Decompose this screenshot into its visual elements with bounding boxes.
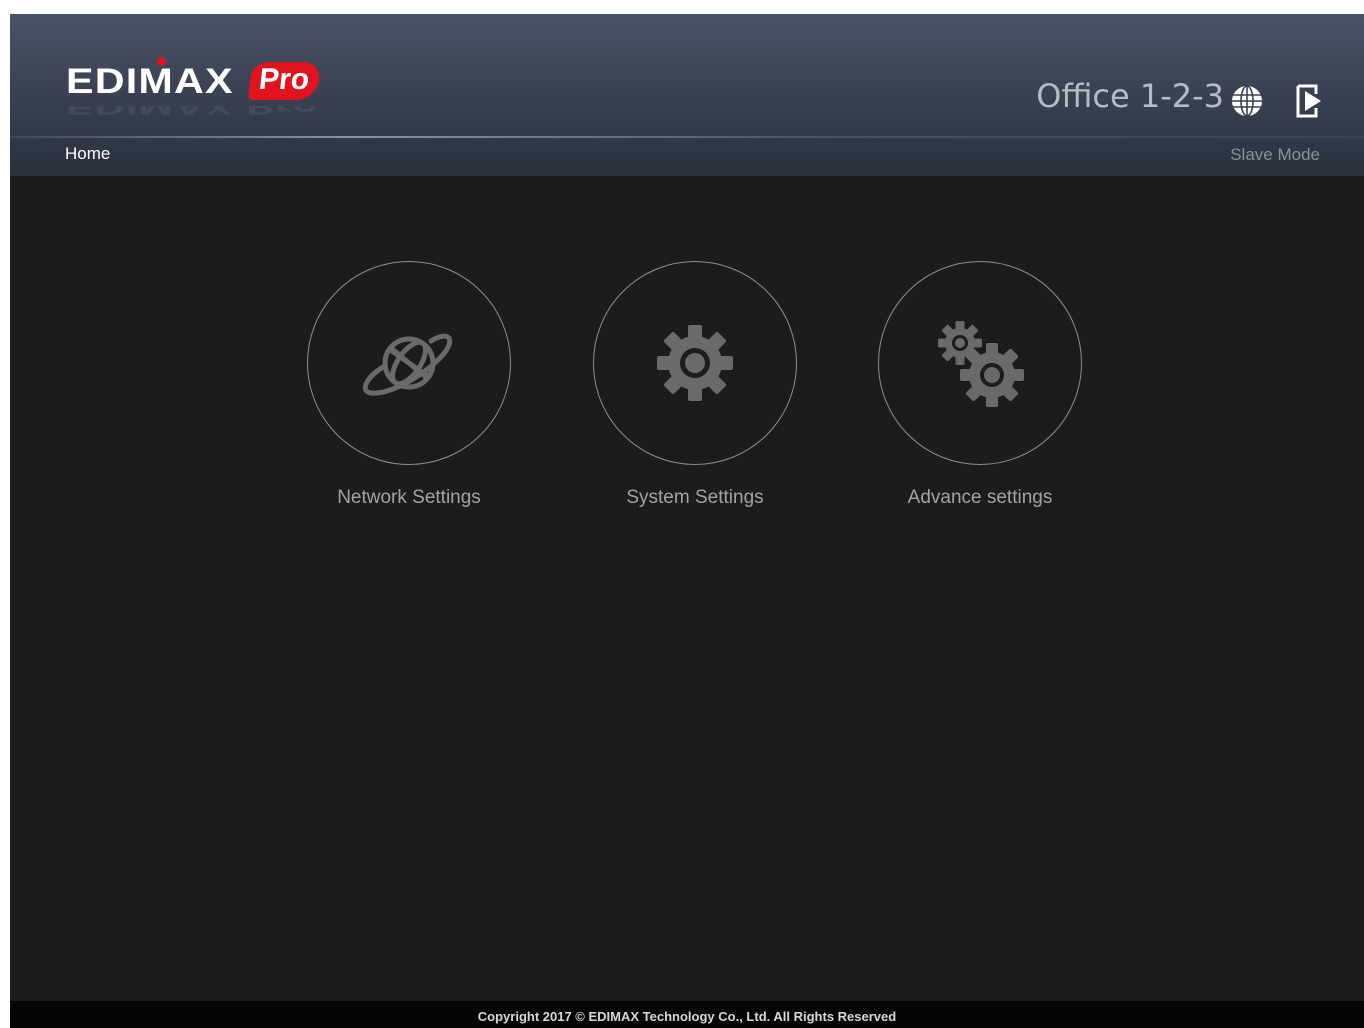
header-divider — [10, 136, 1364, 138]
header: EDIMAX Pro EDIMAX Pro Office 1-2-3 Home … — [10, 14, 1364, 176]
logo-dot — [157, 57, 166, 66]
network-globe-icon — [362, 333, 453, 396]
advance-settings-tile[interactable]: Advance settings — [878, 261, 1082, 509]
network-settings-tile[interactable]: Network Settings — [307, 261, 511, 509]
mode-status: Slave Mode — [1230, 145, 1320, 164]
advance-settings-label[interactable]: Advance settings — [818, 487, 1142, 509]
breadcrumb-home[interactable]: Home — [65, 145, 110, 162]
logo-reflection: EDIMAX Pro — [66, 106, 319, 117]
system-settings-tile[interactable]: System Settings — [593, 261, 797, 509]
network-settings-label[interactable]: Network Settings — [247, 487, 571, 509]
system-settings-circle[interactable] — [593, 261, 797, 465]
gear-icon — [657, 325, 733, 401]
globe-icon[interactable] — [1230, 84, 1264, 118]
logout-icon[interactable] — [1294, 82, 1324, 120]
logo-pro-badge: Pro — [248, 62, 322, 100]
logo-wordmark: EDIMAX — [66, 61, 234, 101]
system-settings-label[interactable]: System Settings — [533, 487, 857, 509]
edimax-pro-logo: EDIMAX Pro — [66, 57, 322, 101]
app-window: EDIMAX Pro EDIMAX Pro Office 1-2-3 Home … — [10, 14, 1364, 1028]
copyright-text: Copyright 2017 © EDIMAX Technology Co., … — [477, 1009, 897, 1024]
network-settings-circle[interactable] — [307, 261, 511, 465]
device-name: Office 1-2-3 — [1036, 77, 1224, 115]
gears-icon — [938, 321, 1024, 407]
advance-settings-circle[interactable] — [878, 261, 1082, 465]
footer: Copyright 2017 © EDIMAX Technology Co., … — [10, 1001, 1364, 1028]
